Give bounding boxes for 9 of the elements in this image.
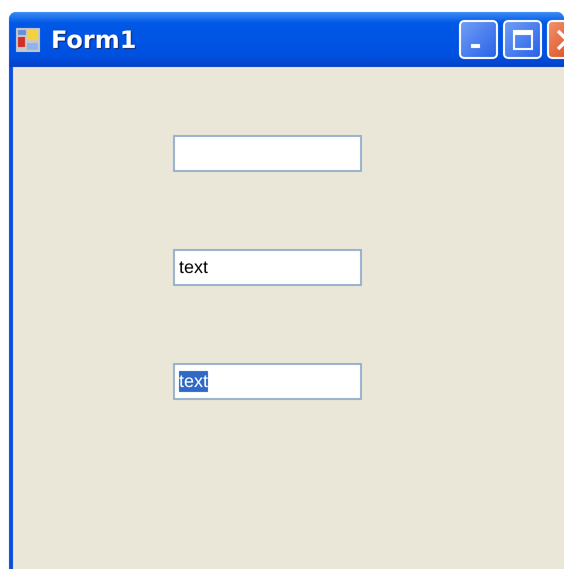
maximize-icon xyxy=(512,28,534,50)
minimize-icon xyxy=(471,44,480,48)
window-title: Form1 xyxy=(51,26,136,54)
minimize-button[interactable] xyxy=(459,20,498,59)
text-field[interactable] xyxy=(173,135,362,172)
maximize-button[interactable] xyxy=(503,20,542,59)
app-icon xyxy=(15,26,41,52)
text-field[interactable]: text xyxy=(173,363,362,400)
text-field[interactable]: text xyxy=(173,249,362,286)
